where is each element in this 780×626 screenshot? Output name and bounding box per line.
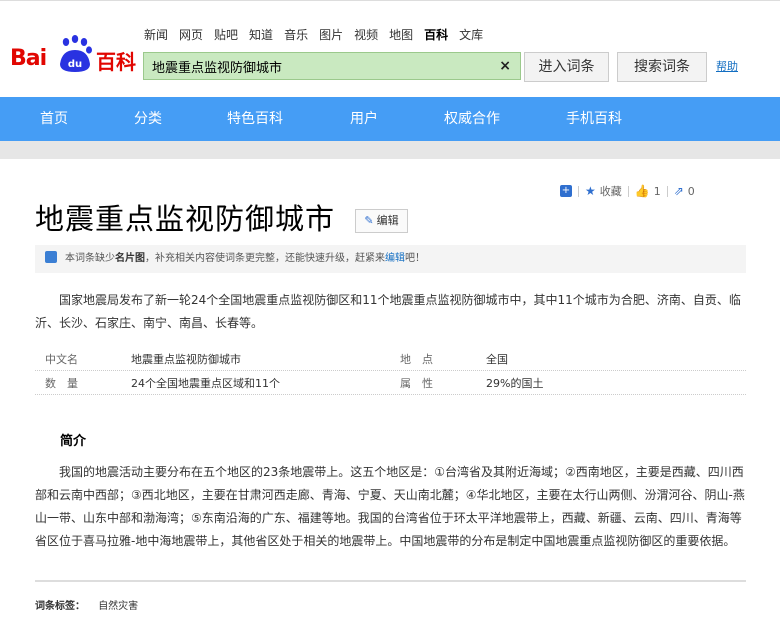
- notice-prefix: 本词条缺少: [65, 253, 115, 264]
- missing-image-notice: 本词条缺少名片图，补充相关内容使词条更完整，还能快速升级，赶紧来编辑吧！: [35, 245, 746, 273]
- star-icon[interactable]: ★: [585, 184, 596, 198]
- logo-text-du: du: [68, 59, 82, 70]
- section-title-intro: 简介: [60, 434, 87, 449]
- main-nav-item-cooperation[interactable]: 权威合作: [444, 97, 500, 141]
- main-nav-item-category[interactable]: 分类: [134, 97, 162, 141]
- product-nav-item[interactable]: 网页: [179, 26, 203, 42]
- clear-icon[interactable]: ×: [499, 58, 511, 74]
- info-row: 中文名 地震重点监视防御城市 地 点 全国: [35, 347, 746, 371]
- notice-suffix: 吧！: [405, 253, 425, 264]
- notice-bold: 名片图: [115, 253, 145, 264]
- edit-button[interactable]: ✎ 编辑: [355, 209, 408, 233]
- info-key: 地 点: [400, 353, 433, 366]
- product-nav-item[interactable]: 百科: [424, 26, 448, 42]
- intro-paragraph: 我国的地震活动主要分布在五个地区的23条地震带上。这五个地区是：①台湾省及其附近…: [35, 465, 745, 548]
- page-title: 地震重点监视防御城市: [35, 202, 336, 236]
- top-border: [0, 0, 780, 9]
- search-box[interactable]: ×: [143, 52, 521, 80]
- notice-edit-link[interactable]: 编辑: [385, 253, 405, 264]
- tag-link[interactable]: 自然灾害: [98, 601, 138, 612]
- pencil-icon: ✎: [364, 214, 374, 227]
- edit-label: 编辑: [376, 214, 399, 227]
- main-nav-item-mobile[interactable]: 手机百科: [566, 97, 622, 141]
- info-value: 地震重点监视防御城市: [131, 353, 241, 366]
- info-value: 全国: [486, 353, 508, 366]
- divider: [578, 185, 579, 197]
- share-count: 0: [687, 184, 695, 198]
- product-nav-item[interactable]: 视频: [354, 26, 378, 42]
- entry-tags: 词条标签： 自然灾害: [35, 597, 138, 612]
- logo-text-bai: Bai: [10, 46, 47, 71]
- main-nav-item-home[interactable]: 首页: [40, 97, 68, 141]
- info-key: 属 性: [400, 377, 433, 390]
- like-count: 1: [653, 184, 661, 198]
- divider: [627, 185, 629, 197]
- product-nav-item[interactable]: 图片: [319, 26, 343, 42]
- info-row: 数 量 24个全国地震重点区域和11个 属 性 29%的国土: [35, 371, 746, 395]
- main-nav: 首页 分类 特色百科 用户 权威合作 手机百科: [0, 97, 780, 141]
- share-icon[interactable]: ⇗: [674, 184, 684, 198]
- product-nav: 新闻 网页 贴吧 知道 音乐 图片 视频 地图 百科 文库: [144, 26, 494, 42]
- collect-label[interactable]: 收藏: [600, 183, 622, 199]
- thumbs-up-icon[interactable]: 👍: [635, 184, 650, 198]
- edit-notice-icon: [45, 251, 57, 263]
- info-key: 中文名: [45, 353, 78, 366]
- entry-tools: + ★ 收藏 👍 1 ⇗ 0: [560, 183, 695, 199]
- add-icon[interactable]: +: [560, 185, 572, 197]
- product-nav-item[interactable]: 贴吧: [214, 26, 238, 42]
- divider: [35, 580, 746, 582]
- main-nav-item-users[interactable]: 用户: [350, 97, 378, 141]
- search-entry-button[interactable]: 搜索词条: [617, 52, 707, 82]
- product-nav-item[interactable]: 文库: [459, 26, 483, 42]
- info-value: 29%的国土: [486, 377, 544, 390]
- basic-info-table: 中文名 地震重点监视防御城市 地 点 全国 数 量 24个全国地震重点区域和11…: [35, 347, 746, 395]
- enter-entry-button[interactable]: 进入词条: [524, 52, 609, 82]
- paw-icon: du: [60, 35, 92, 72]
- notice-middle: ，补充相关内容使词条更完整，还能快速升级，赶紧来: [145, 253, 385, 264]
- logo-text-baike: 百科: [96, 50, 136, 74]
- entry-summary: 国家地震局发布了新一轮24个全国地震重点监视防御区和11个地震重点监视防御城市中…: [35, 293, 741, 330]
- product-nav-item[interactable]: 音乐: [284, 26, 308, 42]
- product-nav-item[interactable]: 知道: [249, 26, 273, 42]
- search-input[interactable]: [152, 56, 482, 76]
- main-nav-item-featured[interactable]: 特色百科: [227, 97, 283, 141]
- help-link[interactable]: 帮助: [716, 58, 738, 74]
- tags-label: 词条标签：: [35, 601, 85, 612]
- info-value: 24个全国地震重点区域和11个: [131, 377, 280, 390]
- divider: [666, 185, 668, 197]
- product-nav-item[interactable]: 地图: [389, 26, 413, 42]
- product-nav-item[interactable]: 新闻: [144, 26, 168, 42]
- sub-nav-bar: [0, 141, 780, 159]
- baidu-baike-logo[interactable]: Bai du 百科: [10, 34, 138, 74]
- info-key: 数 量: [45, 377, 78, 390]
